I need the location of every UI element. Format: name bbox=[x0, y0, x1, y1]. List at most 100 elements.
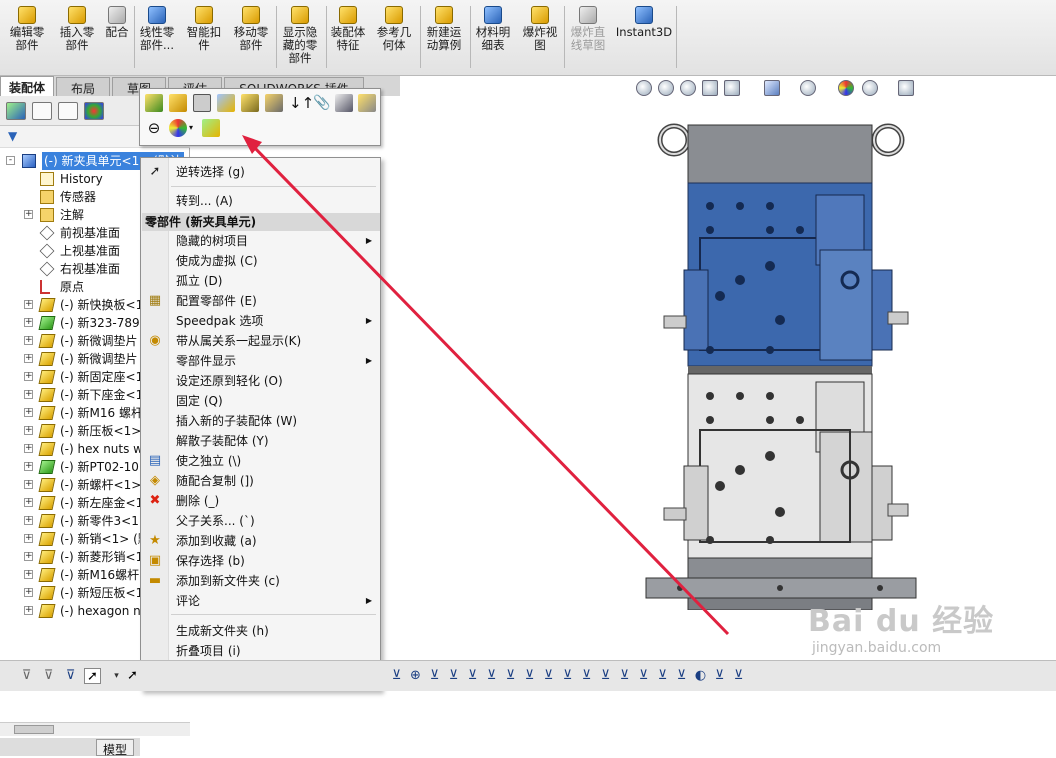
scrollbar-thumb[interactable] bbox=[14, 725, 54, 734]
zoom-to-fit-icon[interactable] bbox=[636, 80, 652, 96]
display-manager-tab-icon[interactable] bbox=[84, 102, 104, 120]
sort-icon[interactable]: ↓↑ bbox=[289, 94, 314, 112]
selection-filter-icon-5[interactable]: ⊻ bbox=[483, 668, 500, 684]
toolbar-button-0[interactable]: 编辑零 部件 bbox=[4, 4, 50, 70]
selection-filter-icon-3[interactable]: ⊻ bbox=[445, 668, 462, 684]
edit-part-icon[interactable] bbox=[145, 94, 163, 112]
assembly-model[interactable] bbox=[640, 120, 930, 610]
toolbar-button-7[interactable]: 装配体 特征 bbox=[326, 4, 370, 70]
toolbar-button-8[interactable]: 参考几 何体 bbox=[370, 4, 418, 70]
filter-icon[interactable]: ▼ bbox=[8, 129, 17, 143]
tree-expand-toggle[interactable]: + bbox=[24, 588, 33, 597]
menu-item[interactable]: 隐藏的树项目 ▶ bbox=[141, 231, 380, 251]
view-settings-icon[interactable] bbox=[898, 80, 914, 96]
zoom-to-selection-icon[interactable]: ⊖ bbox=[145, 119, 163, 137]
tree-expand-toggle[interactable]: + bbox=[24, 444, 33, 453]
tree-expand-toggle[interactable]: + bbox=[24, 462, 33, 471]
apply-scene-icon[interactable] bbox=[862, 80, 878, 96]
float-component-icon[interactable] bbox=[202, 119, 220, 137]
zoom-to-area-icon[interactable] bbox=[658, 80, 674, 96]
section-view-icon[interactable] bbox=[702, 80, 718, 96]
menu-item[interactable]: 插入新的子装配体 (W) bbox=[141, 411, 380, 431]
menu-item[interactable]: ▦ 配置零部件 (E) bbox=[141, 291, 380, 311]
tab-1[interactable]: 布局 bbox=[56, 77, 110, 96]
selection-filter-icon-2[interactable]: ⊻ bbox=[426, 668, 443, 684]
tab-model[interactable]: 模型 bbox=[96, 739, 135, 757]
tab-0[interactable]: 装配体 bbox=[0, 76, 54, 96]
selection-filter-icon-11[interactable]: ⊻ bbox=[597, 668, 614, 684]
menu-item[interactable]: ▤ 使之独立 (\) bbox=[141, 451, 380, 471]
pointer-dropdown-icon[interactable]: ▾ bbox=[108, 668, 125, 684]
toolbar-button-12[interactable]: 爆炸直 线草图 bbox=[564, 4, 612, 70]
menu-item[interactable]: 父子关系... (`) bbox=[141, 511, 380, 531]
view-mates-icon[interactable] bbox=[335, 94, 353, 112]
tree-expand-toggle[interactable]: + bbox=[24, 498, 33, 507]
edit-appearance-icon[interactable] bbox=[838, 80, 854, 96]
isolate-icon[interactable] bbox=[265, 94, 283, 112]
tree-expand-toggle[interactable]: + bbox=[24, 570, 33, 579]
dynamic-annotation-icon[interactable] bbox=[724, 80, 740, 96]
toolbar-button-10[interactable]: 材料明 细表 bbox=[470, 4, 516, 70]
display-style-icon[interactable] bbox=[800, 80, 816, 96]
selection-filter-icon-18[interactable]: ⊻ bbox=[730, 668, 747, 684]
tree-expand-toggle[interactable]: + bbox=[24, 318, 33, 327]
selection-filter-icon-6[interactable]: ⊻ bbox=[502, 668, 519, 684]
add-annotation-icon[interactable] bbox=[358, 94, 376, 112]
toolbar-button-5[interactable]: 移动零 部件 bbox=[228, 4, 274, 70]
tree-expand-toggle[interactable]: + bbox=[24, 552, 33, 561]
toolbar-button-13[interactable]: Instant3D bbox=[614, 4, 674, 70]
selection-filter-icon-13[interactable]: ⊻ bbox=[635, 668, 652, 684]
menu-item[interactable]: ➚ 逆转选择 (g) bbox=[141, 162, 380, 182]
tree-expand-toggle[interactable]: + bbox=[24, 516, 33, 525]
tree-expand-toggle[interactable]: + bbox=[24, 480, 33, 489]
menu-item[interactable]: 零部件显示 ▶ bbox=[141, 351, 380, 371]
appearance-icon[interactable] bbox=[169, 119, 187, 137]
menu-item[interactable]: ★ 添加到收藏 (a) bbox=[141, 531, 380, 551]
filter-vertices-icon[interactable]: ⊽ bbox=[62, 668, 79, 684]
selection-filter-icon-10[interactable]: ⊻ bbox=[578, 668, 595, 684]
mate-icon[interactable]: 📎 bbox=[313, 94, 331, 112]
menu-item[interactable]: 解散子装配体 (Y) bbox=[141, 431, 380, 451]
menu-item[interactable]: 生成新文件夹 (h) bbox=[141, 621, 380, 641]
previous-view-icon[interactable] bbox=[680, 80, 696, 96]
menu-item[interactable]: 转到... (A) bbox=[141, 191, 380, 211]
menu-item[interactable]: ▣ 保存选择 (b) bbox=[141, 551, 380, 571]
selection-filter-icon-7[interactable]: ⊻ bbox=[521, 668, 538, 684]
selection-filter-icon-8[interactable]: ⊻ bbox=[540, 668, 557, 684]
view-orientation-icon[interactable] bbox=[764, 80, 780, 96]
menu-item[interactable]: 评论 ▶ bbox=[141, 591, 380, 611]
configuration-manager-tab-icon[interactable] bbox=[58, 102, 78, 120]
property-manager-tab-icon[interactable] bbox=[32, 102, 52, 120]
filter-toggle-icon[interactable]: ⊽ bbox=[40, 668, 57, 684]
toolbar-button-9[interactable]: 新建运 动算例 bbox=[420, 4, 468, 70]
hide-component-icon[interactable] bbox=[193, 94, 211, 112]
tree-expand-toggle[interactable]: + bbox=[24, 336, 33, 345]
feature-manager-tab-icon[interactable] bbox=[6, 102, 26, 120]
menu-item[interactable]: 设定还原到轻化 (O) bbox=[141, 371, 380, 391]
menu-item[interactable]: Speedpak 选项 ▶ bbox=[141, 311, 380, 331]
menu-item[interactable]: ✖ 删除 (_) bbox=[141, 491, 380, 511]
component-properties-icon[interactable] bbox=[241, 94, 259, 112]
toolbar-button-2[interactable]: 配合 bbox=[102, 4, 132, 70]
tree-horizontal-scrollbar[interactable] bbox=[0, 722, 190, 736]
tree-expand-toggle[interactable]: + bbox=[24, 534, 33, 543]
menu-item[interactable]: ◉ 带从属关系一起显示(K) bbox=[141, 331, 380, 351]
select-filter-icon[interactable]: ⊽ bbox=[18, 668, 35, 684]
tree-expand-toggle[interactable]: + bbox=[24, 372, 33, 381]
toolbar-button-11[interactable]: 爆炸视 图 bbox=[518, 4, 562, 70]
menu-item[interactable]: 固定 (Q) bbox=[141, 391, 380, 411]
menu-item[interactable]: 折叠项目 (i) bbox=[141, 641, 380, 661]
menu-item[interactable]: ▬ 添加到新文件夹 (c) bbox=[141, 571, 380, 591]
appearance-dropdown-icon[interactable]: ▾ bbox=[189, 123, 197, 133]
selection-filter-icon-9[interactable]: ⊻ bbox=[559, 668, 576, 684]
selection-filter-icon-4[interactable]: ⊻ bbox=[464, 668, 481, 684]
selection-filter-icon-14[interactable]: ⊻ bbox=[654, 668, 671, 684]
select-pointer-icon[interactable]: ➚ bbox=[84, 668, 101, 684]
menu-item[interactable]: ◈ 随配合复制 (]) bbox=[141, 471, 380, 491]
selection-filter-icon-1[interactable]: ⊕ bbox=[407, 668, 424, 684]
selection-filter-icon-12[interactable]: ⊻ bbox=[616, 668, 633, 684]
toolbar-button-3[interactable]: 线性零 部件... bbox=[134, 4, 180, 70]
tree-expand-toggle[interactable]: - bbox=[6, 156, 15, 165]
toolbar-button-4[interactable]: 智能扣 件 bbox=[182, 4, 226, 70]
menu-item[interactable]: 使成为虚拟 (C) bbox=[141, 251, 380, 271]
